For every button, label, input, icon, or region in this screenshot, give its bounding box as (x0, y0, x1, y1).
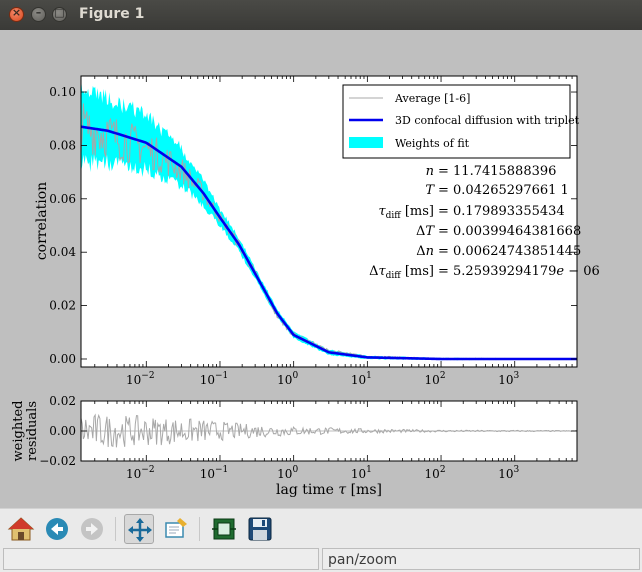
figure-window: × – □ Figure 1 10−2 10−1 100 101 102 103 0.00 0… (0, 0, 642, 572)
forward-button[interactable] (77, 514, 107, 544)
toolbar-separator (199, 517, 200, 541)
zoom-rect-icon (165, 518, 187, 538)
move-arrows-icon (128, 518, 152, 542)
status-message-field (3, 548, 319, 570)
figure-canvas[interactable]: 10−2 10−1 100 101 102 103 0.00 0.02 0.04 0.06 0.08… (0, 30, 642, 508)
status-mode: pan/zoom (328, 552, 398, 568)
residuals-ylabel-line2: residuals (25, 401, 40, 461)
legend-label-weights: Weights of fit (395, 137, 470, 150)
legend-label-fit: 3D confocal diffusion with triplet (395, 114, 580, 127)
param-deltaT-name: ΔT (416, 224, 435, 239)
subplots-config-icon (212, 518, 236, 540)
maximize-window-button[interactable]: □ (52, 6, 67, 22)
status-bar: pan/zoom (0, 548, 642, 572)
residuals-y-tick-label: −0.02 (39, 454, 76, 468)
pan-button[interactable] (124, 514, 154, 544)
param-n-name: n (426, 164, 434, 179)
main-y-tick-label: 0.10 (49, 85, 76, 99)
minimize-icon: – (35, 6, 42, 19)
param-deltan-value: = 0.00624743851445 (438, 244, 581, 259)
toolbar-separator (115, 517, 116, 541)
status-mode-field: pan/zoom (322, 548, 640, 570)
param-T-value: = 0.04265297661 1 (438, 183, 569, 198)
figure-svg: 10−2 10−1 100 101 102 1030.000.020.040.060.08… (0, 30, 642, 508)
main-y-tick-label: 0.00 (49, 352, 76, 366)
back-arrow-icon (46, 518, 68, 540)
residuals-ylabel-line1: weighted (11, 401, 26, 462)
legend-label-average: Average [1-6] (394, 92, 470, 105)
param-n-value: = 11.7415888396 (438, 164, 556, 179)
subplots-button[interactable] (209, 514, 239, 544)
title-bar: × – □ Figure 1 (0, 0, 642, 30)
residuals-y-tick-label: 0.02 (49, 394, 76, 408)
home-icon (7, 517, 35, 541)
main-axes: 10−2 10−1 100 101 102 1030.000.020.040.060.08… (34, 75, 600, 387)
floppy-disk-icon (248, 517, 272, 541)
main-y-tick-label: 0.04 (49, 245, 76, 259)
forward-arrow-icon (81, 518, 103, 540)
navigation-toolbar (0, 508, 642, 549)
window-title: Figure 1 (79, 6, 145, 22)
main-y-tick-label: 0.06 (49, 192, 76, 206)
param-T-name: T (425, 183, 435, 198)
legend: Average [1-6] 3D confocal diffusion with… (342, 84, 580, 159)
minimize-window-button[interactable]: – (31, 6, 46, 22)
zoom-button[interactable] (161, 514, 191, 544)
save-button[interactable] (245, 514, 275, 544)
param-deltataudiff-value: = 5.25939294179e − 06 (438, 264, 600, 279)
param-deltaT-value: = 0.00399464381668 (438, 224, 581, 239)
home-button[interactable] (6, 514, 36, 544)
x-axis-label: lag time τ [ms] (276, 482, 382, 498)
legend-swatch-weights (349, 137, 383, 148)
close-icon: × (11, 6, 22, 19)
maximize-icon: □ (54, 6, 65, 19)
param-deltataudiff-name: Δτdiff [ms] (369, 264, 434, 281)
param-deltan-name: Δn (416, 244, 434, 259)
y-axis-label: correlation (34, 182, 50, 260)
close-window-button[interactable]: × (9, 6, 24, 22)
param-taudiff-value: = 0.179893355434 (438, 204, 565, 219)
main-y-tick-label: 0.02 (49, 299, 76, 313)
main-y-tick-label: 0.08 (49, 138, 76, 152)
back-button[interactable] (42, 514, 72, 544)
residuals-y-tick-label: 0.00 (49, 424, 76, 438)
